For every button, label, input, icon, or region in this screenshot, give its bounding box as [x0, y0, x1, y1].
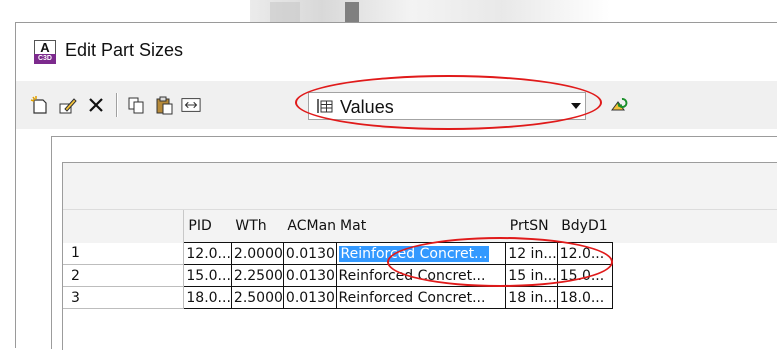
window-title: Edit Part Sizes	[65, 40, 184, 60]
table-cell[interactable]: 0.0130	[282, 286, 337, 309]
table-cell[interactable]: 12.0...	[183, 242, 232, 265]
view-dropdown-value: Values	[340, 97, 394, 117]
delete-icon[interactable]	[86, 95, 106, 115]
table-cell[interactable]: 0.0130	[282, 264, 337, 287]
table-cell[interactable]: 18 in...	[505, 286, 558, 309]
table-cell[interactable]: Reinforced Concret...	[335, 264, 507, 287]
row-header-gutter	[63, 209, 185, 243]
app-icon-letter: A	[34, 40, 56, 55]
table-cell[interactable]: 2.2500	[230, 264, 284, 287]
table-cell[interactable]: 15.0...	[183, 264, 232, 287]
column-header-mat[interactable]: Mat	[336, 209, 506, 243]
table-cell[interactable]: 12.0...	[556, 242, 614, 265]
toolbar-separator	[116, 93, 118, 117]
app-icon-sub: C3D	[34, 54, 56, 64]
selected-text: Reinforced Concret...	[338, 245, 490, 262]
column-header-wth[interactable]: WTh	[231, 209, 284, 243]
table-cell[interactable]: 0.0130	[282, 242, 337, 265]
copy-icon[interactable]	[127, 95, 147, 115]
part-sizes-panel: PID WTh ACMan Mat PrtSN BdyD1 1 12.0... …	[51, 136, 777, 350]
table-cell[interactable]: 15 in...	[505, 264, 558, 287]
corner-cell	[63, 163, 184, 210]
row-header[interactable]: 2	[63, 264, 185, 287]
table-filler	[613, 265, 777, 287]
column-header-row: PID WTh ACMan Mat PrtSN BdyD1	[63, 209, 777, 243]
row-header[interactable]: 3	[63, 286, 185, 309]
title-bar: A C3D Edit Part Sizes	[16, 23, 777, 73]
table-row[interactable]: 3 18.0... 2.5000 0.0130 Reinforced Concr…	[63, 286, 777, 309]
table-cell-selected[interactable]: Reinforced Concret...	[335, 242, 507, 265]
table-view-icon	[317, 98, 333, 114]
table-cell[interactable]: 2.5000	[230, 286, 284, 309]
row-header[interactable]: 1	[63, 242, 185, 265]
paste-icon[interactable]	[155, 95, 175, 115]
table-filler	[613, 243, 777, 265]
header-band	[63, 163, 777, 210]
table-cell[interactable]: Reinforced Concret...	[335, 286, 507, 309]
column-header-acman[interactable]: ACMan	[283, 209, 337, 243]
table-cell[interactable]: 15.0...	[556, 264, 614, 287]
new-row-icon[interactable]	[30, 95, 50, 115]
view-dropdown[interactable]: Values	[308, 92, 586, 120]
column-header-bdyd1[interactable]: BdyD1	[557, 209, 613, 243]
table-cell[interactable]: 18.0...	[183, 286, 232, 309]
table-row[interactable]: 2 15.0... 2.2500 0.0130 Reinforced Concr…	[63, 264, 777, 287]
toolbar: Values	[16, 81, 777, 129]
edit-icon[interactable]	[58, 95, 78, 115]
column-header-prtsn[interactable]: PrtSN	[505, 209, 558, 243]
table-filler	[613, 287, 777, 309]
civil3d-app-icon: A C3D	[34, 40, 56, 64]
insert-column-icon[interactable]	[181, 95, 201, 115]
refresh-icon[interactable]	[609, 95, 629, 115]
edit-part-sizes-dialog: A C3D Edit Part Sizes Values PID WTh ACM…	[15, 22, 777, 350]
table-cell[interactable]: 18.0...	[556, 286, 614, 309]
table-cell[interactable]: 2.0000	[230, 242, 284, 265]
header-band-cell	[183, 163, 777, 210]
column-header-pid[interactable]: PID	[183, 209, 232, 243]
part-sizes-grid: PID WTh ACMan Mat PrtSN BdyD1 1 12.0... …	[62, 162, 777, 350]
chevron-down-icon[interactable]	[567, 93, 585, 119]
table-row[interactable]: 1 12.0... 2.0000 0.0130 Reinforced Concr…	[63, 242, 777, 265]
column-header-filler	[612, 209, 777, 243]
table-cell[interactable]: 12 in...	[505, 242, 558, 265]
